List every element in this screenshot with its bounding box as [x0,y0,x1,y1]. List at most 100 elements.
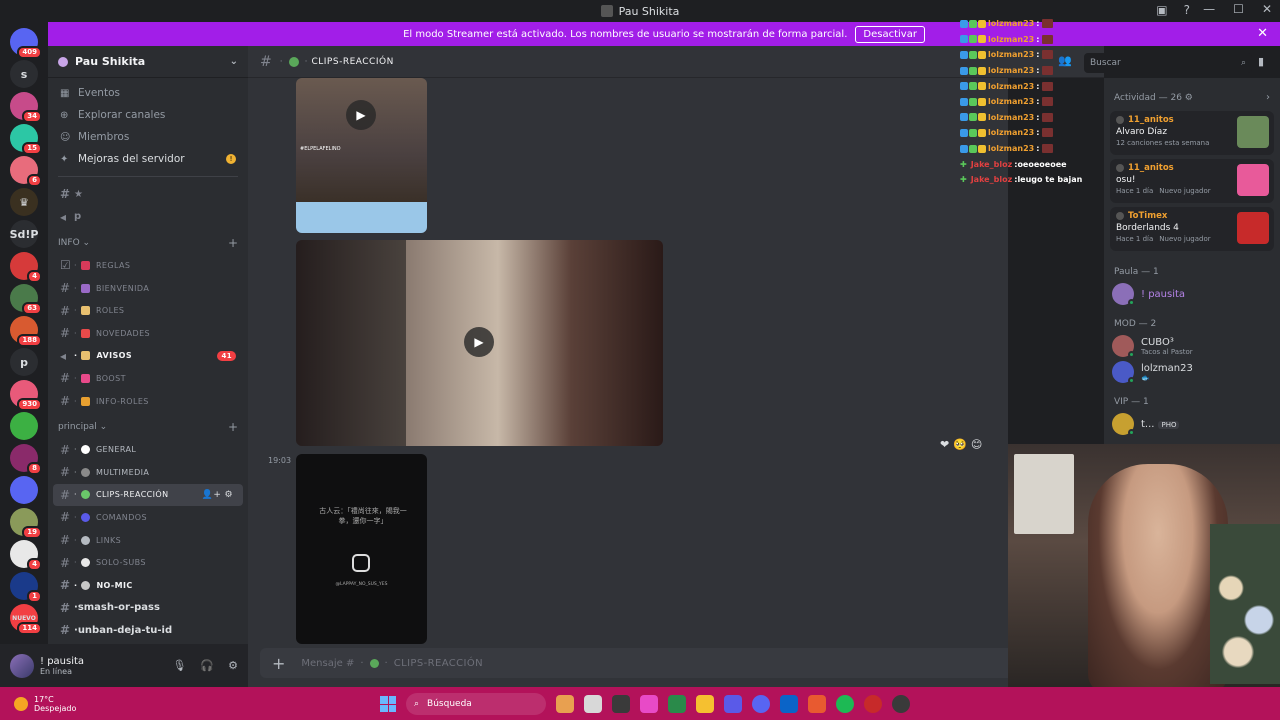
taskbar-app-icon[interactable] [584,695,602,713]
server-icon-17[interactable]: 1 [10,572,42,603]
server-icon-9[interactable]: 188 [10,316,42,347]
channel-boost[interactable]: # · BOOST [48,367,248,390]
taskbar-app-icon[interactable] [892,695,910,713]
server-icon-5[interactable]: ♛ [10,188,38,216]
channel-general[interactable]: # · GENERAL [48,438,248,461]
server-icon-14[interactable] [10,476,38,504]
taskbar-app-icon[interactable] [752,695,770,713]
close-icon[interactable]: ✕ [1257,26,1268,41]
channel-smash-or-pass[interactable]: # · smash-or-pass [48,597,248,620]
speaker-icon: ◂ [60,209,67,224]
channel-clips-reacción[interactable]: # · CLIPS-REACCIÓN 👤+ ⚙ [53,483,243,507]
menu-members[interactable]: ☺ Miembros [48,126,248,148]
server-icon-6[interactable]: Sd!P [10,220,38,248]
screen-share-icon[interactable]: ▣ [1156,3,1167,17]
reaction-emoji[interactable]: 🥺 [953,438,967,451]
taskbar-app-icon[interactable] [668,695,686,713]
help-icon[interactable]: ? [1184,3,1190,17]
channel-unban-deja-tu-id[interactable]: # · unban-deja-tu-id [48,619,248,642]
channel-comandos[interactable]: # · COMANDOS [48,506,248,529]
play-icon[interactable]: ▶ [464,327,494,357]
activity-thumbnail [1237,116,1269,148]
taskbar-app-icon[interactable] [780,695,798,713]
plus-icon: ✚ [960,159,967,169]
reaction-emoji[interactable]: ❤ [940,438,949,451]
taskbar-app-icon[interactable] [864,695,882,713]
windows-start-icon[interactable] [380,696,396,712]
add-channel-icon[interactable]: + [228,420,238,434]
composer-placeholder[interactable]: Mensaje # [301,658,354,669]
activity-card[interactable]: 11_anitos Alvaro Díaz 12 canciones esta se… [1110,111,1274,155]
member-item[interactable]: ! pausita [1104,281,1280,307]
maximize-button[interactable]: ☐ [1233,2,1244,16]
menu-boost[interactable]: ✦ Mejoras del servidor! [48,148,248,170]
play-icon[interactable]: ▶ [346,100,376,130]
video-attachment[interactable]: 古人云：「禮尚往來，賜我一拳，還你一字」 @LAPPAY_NO_SUS_YES [296,454,427,644]
channel-novedades[interactable]: # · NOVEDADES [48,322,248,345]
channel-multimedia[interactable]: # · MULTIMEDIA [48,461,248,484]
channel-avisos[interactable]: ◂ · AVISOS 41 [48,345,248,368]
microphone-icon[interactable]: 🎙 [172,659,186,672]
channel-links[interactable]: # · LINKS [48,529,248,552]
channel-item[interactable]: # ★ [48,183,248,206]
member-item[interactable]: lolzman23 🐟 [1104,359,1280,385]
server-icon-15[interactable]: 19 [10,508,42,539]
divider [58,176,238,177]
gear-icon[interactable]: ⚙ [228,659,238,672]
channel-solo-subs[interactable]: # · SOLO-SUBS [48,551,248,574]
menu-compass[interactable]: ⊕ Explorar canales [48,104,248,126]
taskbar-app-icon[interactable] [696,695,714,713]
channel-bienvenida[interactable]: # · BIENVENIDA [48,277,248,300]
server-icon-18[interactable]: NUEVO 114 [10,604,42,635]
hash-icon: # [60,187,71,202]
channel-no-mic[interactable]: # · NO-MIC [48,574,248,597]
reaction-emoji[interactable]: 😊 [971,438,982,451]
server-icon-7[interactable]: 4 [10,252,42,283]
server-icon-13[interactable]: 8 [10,444,42,475]
server-icon-8[interactable]: 63 [10,284,42,315]
member-item[interactable]: CUBO³ Tacos al Pastor [1104,333,1280,359]
minimize-button[interactable]: — [1203,2,1215,16]
taskbar-app-icon[interactable] [724,695,742,713]
server-icon-1[interactable]: s [10,60,38,88]
disable-streamer-button[interactable]: Desactivar [855,25,925,43]
activity-card[interactable]: 11_anitos osu! Hace 1 día Nuevo jugador [1110,159,1274,203]
category-info[interactable]: INFO ⌄ + [48,232,248,254]
taskbar-app-icon[interactable] [556,695,574,713]
member-item[interactable]: t... PHO [1104,411,1280,437]
video-attachment[interactable]: ▶ [296,240,663,446]
search-input[interactable]: Buscar ⌕ [1084,53,1252,73]
taskbar-app-icon[interactable] [808,695,826,713]
avatar[interactable] [10,653,34,678]
server-icon-12[interactable] [10,412,38,440]
server-icon-2[interactable]: 34 [10,92,42,123]
server-header[interactable]: Pau Shikita ⌄ [48,46,248,78]
channel-settings-icon[interactable]: 👤+ ⚙ [202,490,233,500]
channel-reglas[interactable]: ☑ · REGLAS [48,254,248,277]
headphones-icon[interactable]: 🎧 [200,659,214,672]
category-principal[interactable]: principal ⌄ + [48,416,248,438]
channel-item[interactable]: ◂ p [48,206,248,229]
taskbar-app-icon[interactable] [612,695,630,713]
video-attachment[interactable]: ▶ #ELPELAFELINO [296,78,427,233]
taskbar-search[interactable]: ⌕ Búsqueda [406,693,546,715]
add-channel-icon[interactable]: + [228,236,238,250]
server-icon-0[interactable]: 409 [10,28,42,59]
taskbar-app-icon[interactable] [640,695,658,713]
close-window-button[interactable]: ✕ [1262,2,1272,16]
channel-roles[interactable]: # · ROLES [48,299,248,322]
channel-emoji-icon [80,467,90,477]
activity-card[interactable]: ToTimex Borderlands 4 Hace 1 día Nuevo juga… [1110,207,1274,251]
server-icon-10[interactable]: p [10,348,38,376]
activity-header[interactable]: Actividad — 26 ⚙ › [1104,78,1280,109]
server-icon-16[interactable]: 4 [10,540,42,571]
server-icon-3[interactable]: 15 [10,124,42,155]
server-icon-11[interactable]: 930 [10,380,42,411]
add-attachment-icon[interactable]: + [272,654,285,673]
weather-widget[interactable]: 17°C Despejado [0,695,76,713]
channel-info-roles[interactable]: # · INFO-ROLES [48,390,248,413]
inbox-icon[interactable]: ▮ [1258,55,1264,68]
menu-calendar[interactable]: ▦ Eventos [48,82,248,104]
server-icon-4[interactable]: 6 [10,156,42,187]
taskbar-app-icon[interactable] [836,695,854,713]
